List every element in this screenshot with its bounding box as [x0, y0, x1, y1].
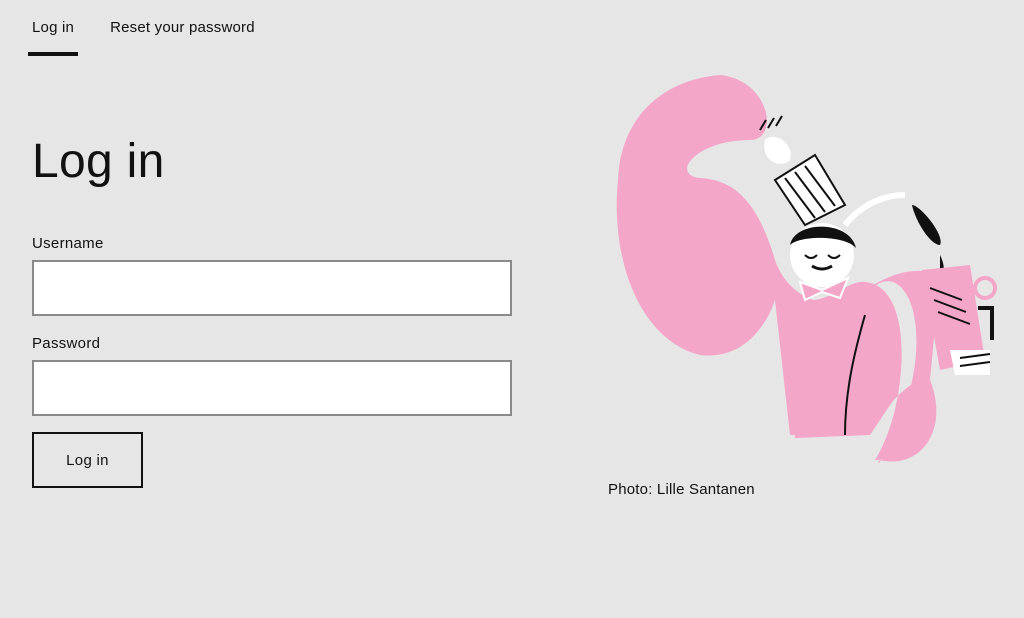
- tab-log-in[interactable]: Log in: [28, 0, 79, 56]
- page-title: Log in: [32, 135, 165, 188]
- tab-bar: Log in Reset your password: [28, 0, 287, 56]
- password-field[interactable]: [32, 360, 512, 416]
- log-in-button[interactable]: Log in: [32, 432, 143, 488]
- username-field[interactable]: [32, 260, 512, 316]
- tab-reset-password[interactable]: Reset your password: [106, 0, 259, 56]
- password-label: Password: [32, 335, 101, 352]
- photo-caption: Photo: Lille Santanen: [608, 481, 755, 498]
- chef-pouring-coffee-illustration: [616, 75, 997, 463]
- username-label: Username: [32, 235, 104, 252]
